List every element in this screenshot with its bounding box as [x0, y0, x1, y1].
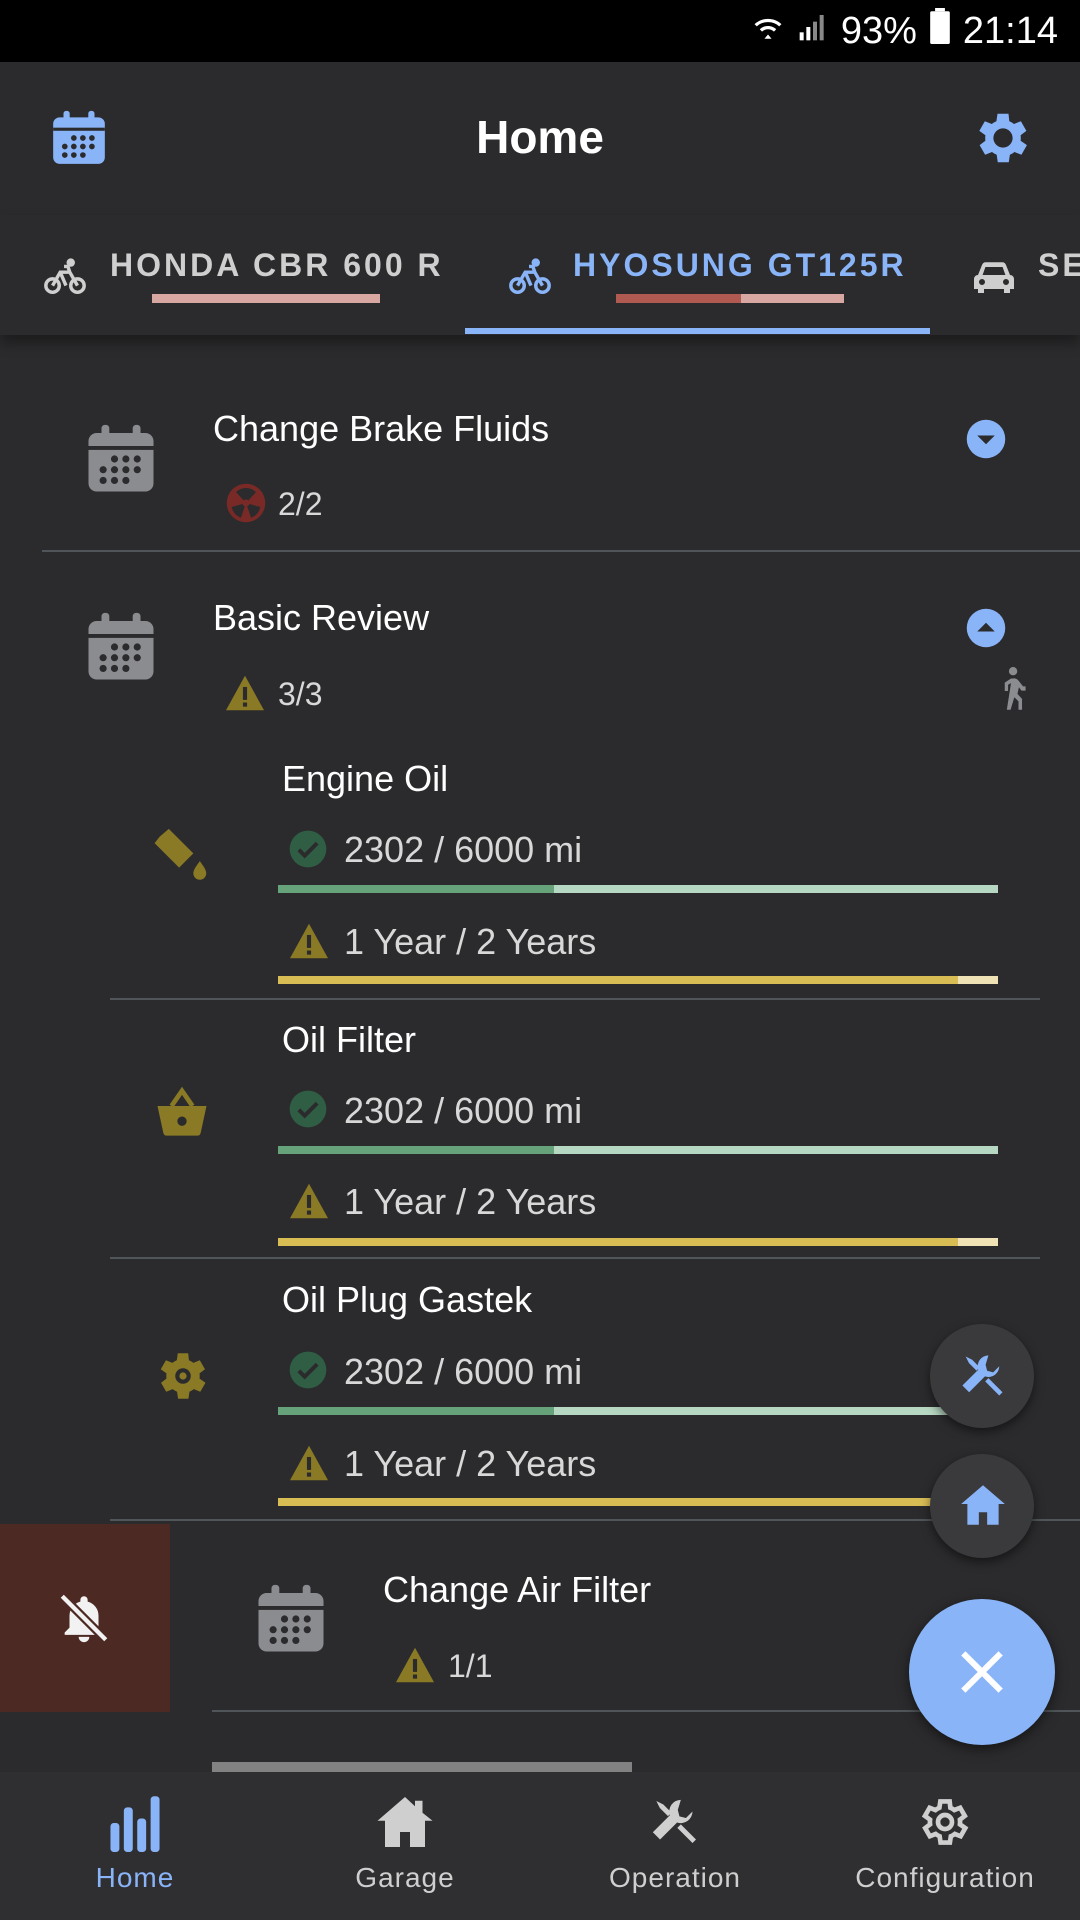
nav-item-operation[interactable]: Operation: [540, 1772, 810, 1920]
reminder-count: 3/3: [278, 676, 323, 712]
nav-item-garage[interactable]: Garage: [270, 1772, 540, 1920]
warning-icon: [288, 1444, 330, 1487]
overdue-icon: [225, 482, 267, 529]
tools-icon: [645, 1794, 705, 1855]
task-engine-oil[interactable]: Engine Oil 2302 / 6000 mi 1 Year / 2 Yea…: [110, 745, 1040, 999]
page-title: Home: [476, 111, 604, 163]
reminder-change-brake-fluids[interactable]: Change Brake Fluids 2/2: [0, 340, 1080, 552]
gear-icon: [917, 1794, 973, 1855]
time-progress-track: [278, 976, 998, 984]
wifi-icon: [751, 9, 785, 53]
signal-icon: [797, 10, 829, 53]
calendar-icon: [82, 608, 160, 691]
calendar-icon: [82, 420, 160, 503]
next-reminder-peek: [212, 1756, 712, 1772]
tab-se[interactable]: SE: [930, 215, 1080, 335]
time-progress-track: [278, 1238, 998, 1246]
tab-indicator: [465, 328, 930, 334]
nav-label: Configuration: [855, 1862, 1035, 1893]
check-circle-icon: [288, 1350, 328, 1395]
reminder-basic-review[interactable]: Basic Review 3/3: [0, 552, 1080, 722]
snooze-action[interactable]: [0, 1524, 170, 1712]
tab-progress-bar-overdue: [616, 294, 741, 303]
home-icon: [375, 1794, 435, 1855]
bike-icon: [507, 253, 553, 304]
task-name: Oil Plug Gastek: [282, 1279, 533, 1320]
check-circle-icon: [288, 829, 328, 874]
divider: [110, 998, 1040, 1000]
warning-icon: [288, 1182, 330, 1225]
tab-label: HYOSUNG GT125R: [573, 247, 907, 283]
time-progress-text: 1 Year / 2 Years: [344, 1181, 597, 1222]
time-progress-text: 1 Year / 2 Years: [344, 1443, 597, 1484]
nav-label: Garage: [355, 1862, 455, 1893]
bike-icon: [42, 253, 88, 304]
battery-icon: [929, 8, 951, 54]
bell-off-icon: [55, 1589, 113, 1652]
nav-item-configuration[interactable]: Configuration: [810, 1772, 1080, 1920]
status-bar: 93% 21:14: [0, 0, 1080, 62]
task-oil-plug-gastek[interactable]: Oil Plug Gastek 2302 / 6000 mi 1 Year / …: [110, 1265, 1040, 1519]
tools-icon: [957, 1350, 1009, 1407]
warning-icon: [224, 674, 266, 717]
clock: 21:14: [962, 9, 1058, 52]
bottom-navigation: Home Garage Operation Configuration: [0, 1772, 1080, 1920]
vehicle-tabs: HONDA CBR 600 R HYOSUNG GT125R SE: [0, 215, 1080, 335]
time-progress-track: [278, 1498, 998, 1506]
tab-honda-cbr-600-r[interactable]: HONDA CBR 600 R: [0, 215, 465, 335]
operation-fab[interactable]: [930, 1324, 1034, 1428]
distance-progress-fill: [278, 885, 555, 893]
nav-item-home[interactable]: Home: [0, 1772, 270, 1920]
nav-label: Home: [95, 1862, 175, 1893]
home-icon: [958, 1480, 1008, 1535]
distance-progress-track: [278, 885, 998, 893]
chevron-down-icon[interactable]: [965, 418, 1007, 465]
settings-gear-icon[interactable]: [970, 105, 1036, 176]
tab-label: SE: [1038, 247, 1080, 283]
chevron-up-icon[interactable]: [965, 607, 1007, 654]
time-progress-fill: [278, 1498, 958, 1506]
gear-icon: [152, 1345, 214, 1412]
distance-progress-fill: [278, 1146, 555, 1154]
time-progress-fill: [278, 1238, 958, 1246]
nav-label: Operation: [609, 1862, 741, 1893]
distance-progress-text: 2302 / 6000 mi: [344, 1351, 583, 1392]
distance-progress-text: 2302 / 6000 mi: [344, 1090, 583, 1131]
task-oil-filter[interactable]: Oil Filter 2302 / 6000 mi 1 Year / 2 Yea…: [110, 1005, 1040, 1259]
reminder-count: 1/1: [448, 1648, 493, 1684]
close-icon: [954, 1644, 1010, 1705]
close-fab[interactable]: [909, 1599, 1055, 1745]
time-progress-text: 1 Year / 2 Years: [344, 921, 597, 962]
distance-progress-fill: [278, 1407, 555, 1415]
warning-icon: [288, 922, 330, 965]
reminder-count: 2/2: [278, 486, 323, 522]
oil-can-icon: [152, 825, 214, 892]
distance-progress-track: [278, 1146, 998, 1154]
reminder-title: Change Brake Fluids: [213, 408, 550, 449]
tab-progress-bar: [152, 294, 380, 303]
warning-icon: [394, 1646, 436, 1689]
tab-hyosung-gt125r[interactable]: HYOSUNG GT125R: [465, 215, 930, 335]
distance-progress-text: 2302 / 6000 mi: [344, 829, 583, 870]
garage-fab[interactable]: [930, 1454, 1034, 1558]
divider: [110, 1257, 1040, 1259]
tab-progress-bar-remaining: [741, 294, 844, 303]
tab-label: HONDA CBR 600 R: [110, 247, 444, 283]
distance-progress-track: [278, 1407, 998, 1415]
next-reminder-title-clipped: [212, 1762, 632, 1772]
battery-percent: 93%: [840, 9, 917, 52]
car-icon: [970, 253, 1018, 306]
basket-icon: [154, 1085, 210, 1146]
check-circle-icon: [288, 1089, 328, 1134]
bar-chart-icon: [108, 1794, 162, 1857]
task-name: Oil Filter: [282, 1019, 416, 1060]
reminder-title: Change Air Filter: [383, 1569, 652, 1610]
reminder-title: Basic Review: [213, 597, 430, 638]
time-progress-fill: [278, 976, 958, 984]
calendar-icon: [252, 1580, 330, 1663]
task-name: Engine Oil: [282, 758, 449, 799]
walk-icon: [994, 666, 1028, 721]
